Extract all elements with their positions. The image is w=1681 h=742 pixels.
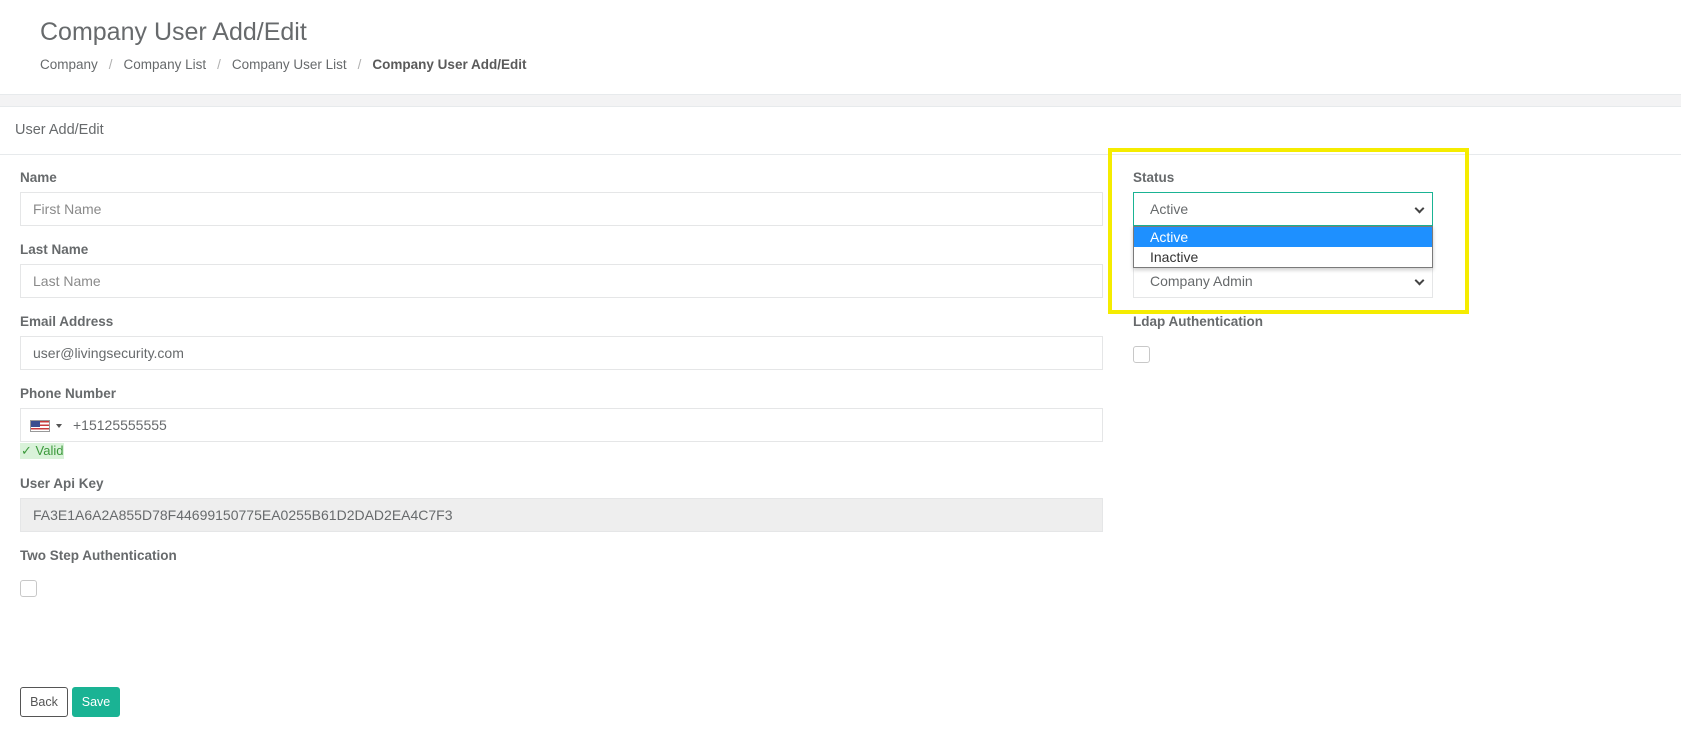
breadcrumb: Company / Company List / Company User Li… (40, 57, 526, 72)
email-value: user@livingsecurity.com (33, 345, 184, 361)
name-label: Name (20, 170, 57, 185)
page-header: Company User Add/Edit Company / Company … (0, 0, 1681, 95)
two-step-checkbox[interactable] (20, 580, 37, 597)
page-title: Company User Add/Edit (40, 18, 307, 46)
breadcrumb-separator: / (108, 57, 113, 72)
breadcrumb-current: Company User Add/Edit (372, 57, 527, 72)
phone-input[interactable]: +15125555555 (20, 408, 1103, 442)
breadcrumb-separator: / (357, 57, 362, 72)
last-name-placeholder: Last Name (33, 273, 101, 289)
last-name-label: Last Name (20, 242, 89, 257)
ldap-label: Ldap Authentication (1133, 314, 1263, 329)
ldap-checkbox[interactable] (1133, 346, 1150, 363)
highlight-box (1108, 148, 1469, 314)
first-name-placeholder: First Name (33, 201, 102, 217)
email-input[interactable]: user@livingsecurity.com (20, 336, 1103, 370)
api-key-input: FA3E1A6A2A855D78F44699150775EA0255B61D2D… (20, 498, 1103, 532)
phone-valid-badge: ✓ Valid (20, 443, 65, 459)
country-caret-icon[interactable] (56, 424, 62, 428)
email-label: Email Address (20, 314, 114, 329)
panel-title: User Add/Edit (15, 122, 104, 138)
two-step-label: Two Step Authentication (20, 548, 177, 563)
breadcrumb-company-user-list[interactable]: Company User List (232, 57, 347, 72)
breadcrumb-company-list[interactable]: Company List (124, 57, 207, 72)
last-name-input[interactable]: Last Name (20, 264, 1103, 298)
back-button[interactable]: Back (20, 687, 68, 717)
breadcrumb-separator: / (217, 57, 221, 72)
first-name-input[interactable]: First Name (20, 192, 1103, 226)
phone-label: Phone Number (20, 386, 117, 401)
api-key-label: User Api Key (20, 476, 104, 491)
breadcrumb-company[interactable]: Company (40, 57, 98, 72)
save-button[interactable]: Save (72, 687, 120, 717)
phone-value: +15125555555 (73, 417, 167, 433)
us-flag-icon[interactable] (30, 420, 50, 432)
api-key-value: FA3E1A6A2A855D78F44699150775EA0255B61D2D… (33, 507, 453, 523)
